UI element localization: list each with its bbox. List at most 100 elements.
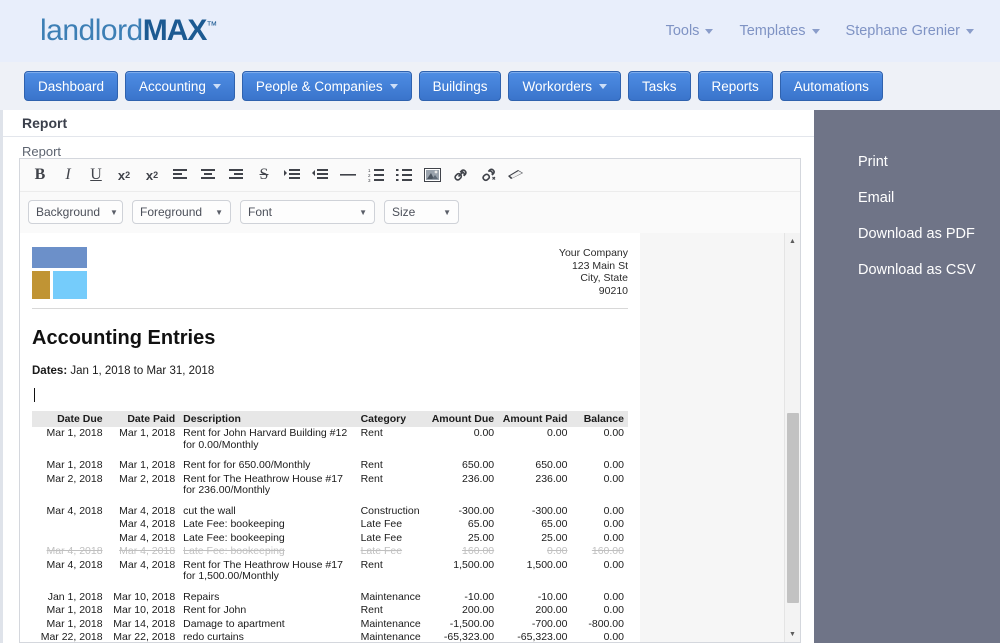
strikethrough-icon[interactable]: S bbox=[250, 162, 278, 188]
header-menu-user[interactable]: Stephane Grenier bbox=[846, 23, 974, 39]
scroll-up-arrow-icon[interactable]: ▲ bbox=[785, 233, 800, 249]
column-header-balance: Balance bbox=[571, 411, 628, 427]
editor-document-area[interactable]: Your Company 123 Main St City, State 902… bbox=[20, 233, 800, 642]
cell-amount-due: -300.00 bbox=[458, 504, 495, 517]
cell-category: Rent bbox=[360, 459, 383, 471]
unordered-list-icon[interactable] bbox=[390, 162, 418, 188]
action-print[interactable]: Print bbox=[814, 144, 1000, 180]
svg-text:3: 3 bbox=[368, 178, 371, 182]
chevron-down-icon: ▼ bbox=[110, 207, 118, 217]
action-email[interactable]: Email bbox=[814, 180, 1000, 216]
cell-description: Late Fee: bookeeping bbox=[183, 531, 285, 544]
chevron-down-icon bbox=[389, 83, 398, 89]
header-menu-templates[interactable]: Templates bbox=[739, 23, 820, 39]
superscript-icon[interactable]: x2 bbox=[138, 162, 166, 188]
cell-balance: 0.00 bbox=[603, 590, 624, 603]
align-center-icon[interactable] bbox=[194, 162, 222, 188]
header-menu-tools-label: Tools bbox=[665, 23, 700, 39]
cell-date-paid: Mar 10, 2018 bbox=[113, 590, 176, 603]
horizontal-rule-icon[interactable] bbox=[334, 162, 362, 188]
nav-button-reports-label: Reports bbox=[711, 78, 759, 94]
nav-button-tasks[interactable]: Tasks bbox=[628, 71, 691, 101]
brand-name-light: landlord bbox=[40, 14, 143, 47]
cell-category: Maintenance bbox=[360, 631, 421, 642]
unlink-icon[interactable] bbox=[474, 162, 502, 188]
table-row: Mar 4, 2018 Late Fee: bookeeping Late Fee 6… bbox=[32, 518, 628, 532]
foreground-color-select[interactable]: Foreground ▼ bbox=[132, 200, 231, 224]
font-family-select[interactable]: Font ▼ bbox=[240, 200, 375, 224]
cell-category: Rent bbox=[360, 558, 383, 571]
table-row: Mar 2, 2018 Mar 2, 2018 Rent for The Heath… bbox=[32, 473, 628, 498]
editor-vertical-scrollbar[interactable]: ▲ ▼ bbox=[784, 233, 800, 642]
font-size-select[interactable]: Size ▼ bbox=[384, 200, 459, 224]
cell-description: Rent for for 650.00/Monthly bbox=[183, 459, 311, 471]
column-header-amount-due: Amount Due bbox=[427, 411, 499, 427]
table-row-spacer bbox=[32, 584, 628, 591]
cell-date-paid: Mar 4, 2018 bbox=[119, 545, 176, 557]
align-left-icon[interactable] bbox=[166, 162, 194, 188]
table-header-row: Date Due Date Paid Description Category … bbox=[32, 411, 628, 427]
cell-amount-due: -65,323.00 bbox=[443, 631, 495, 642]
nav-button-reports[interactable]: Reports bbox=[697, 71, 773, 101]
table-body: Mar 1, 2018 Mar 1, 2018 Rent for John Harv… bbox=[32, 427, 628, 642]
link-icon[interactable] bbox=[446, 162, 474, 188]
cell-description: Rent for John Harvard Building #12 for 0… bbox=[183, 427, 348, 451]
cell-description: cut the wall bbox=[183, 504, 236, 517]
report-document[interactable]: Your Company 123 Main St City, State 902… bbox=[20, 233, 640, 642]
cell-date-due bbox=[32, 532, 107, 546]
nav-button-accounting[interactable]: Accounting bbox=[125, 71, 235, 101]
cell-date-paid: Mar 14, 2018 bbox=[113, 617, 176, 630]
ordered-list-icon[interactable]: 1 2 3 bbox=[362, 162, 390, 188]
outdent-icon[interactable] bbox=[306, 162, 334, 188]
scrollbar-thumb[interactable] bbox=[787, 413, 799, 603]
nav-button-automations[interactable]: Automations bbox=[779, 71, 883, 101]
underline-icon[interactable]: U bbox=[82, 162, 110, 188]
cell-description: Rent for The Heathrow House #17 for 236.… bbox=[183, 472, 343, 496]
cell-amount-due: 160.00 bbox=[462, 545, 495, 557]
nav-button-workorders[interactable]: Workorders bbox=[508, 71, 621, 101]
cell-category: Late Fee bbox=[360, 531, 403, 544]
cell-amount-paid: -65,323.00 bbox=[517, 631, 568, 642]
cell-category: Construction bbox=[360, 504, 420, 517]
cell-amount-paid: 0.00 bbox=[547, 427, 568, 439]
indent-icon[interactable] bbox=[278, 162, 306, 188]
app-logo[interactable]: landlordMAX™ bbox=[40, 14, 217, 48]
nav-button-people-companies[interactable]: People & Companies bbox=[241, 71, 412, 101]
header-menu-tools[interactable]: Tools bbox=[666, 23, 714, 39]
nav-button-buildings[interactable]: Buildings bbox=[418, 71, 502, 101]
cell-amount-paid: -700.00 bbox=[531, 617, 568, 630]
scroll-down-arrow-icon[interactable]: ▼ bbox=[785, 626, 800, 642]
chevron-down-icon bbox=[811, 28, 820, 34]
logo-block-cyan bbox=[53, 271, 87, 299]
cell-amount-due: -10.00 bbox=[464, 590, 495, 603]
cell-description: Rent for John bbox=[183, 604, 247, 616]
action-download-csv[interactable]: Download as CSV bbox=[814, 252, 1000, 288]
cell-date-due: Mar 1, 2018 bbox=[46, 459, 103, 471]
column-header-description: Description bbox=[179, 411, 357, 427]
nav-button-automations-label: Automations bbox=[793, 78, 869, 94]
subscript-icon[interactable]: x2 bbox=[110, 162, 138, 188]
logo-block-blue bbox=[32, 247, 87, 268]
table-row: Mar 4, 2018 Mar 4, 2018 Late Fee: bookeepi… bbox=[32, 545, 628, 559]
cell-balance: 0.00 bbox=[603, 631, 624, 642]
cell-balance: 0.00 bbox=[603, 604, 624, 616]
cell-balance: 0.00 bbox=[603, 518, 624, 530]
cell-date-due: Jan 1, 2018 bbox=[47, 590, 103, 603]
align-right-icon[interactable] bbox=[222, 162, 250, 188]
eraser-icon[interactable] bbox=[502, 162, 530, 188]
background-color-select-label: Background bbox=[36, 205, 101, 219]
background-color-select[interactable]: Background ▼ bbox=[28, 200, 123, 224]
cell-date-due: Mar 1, 2018 bbox=[46, 617, 103, 630]
column-header-date-paid: Date Paid bbox=[106, 411, 180, 427]
report-actions-panel: Print Email Download as PDF Download as … bbox=[814, 110, 1000, 643]
action-download-pdf[interactable]: Download as PDF bbox=[814, 216, 1000, 252]
report-letterhead: Your Company 123 Main St City, State 902… bbox=[32, 247, 628, 309]
nav-button-dashboard[interactable]: Dashboard bbox=[24, 71, 119, 101]
cell-category: Maintenance bbox=[360, 590, 421, 603]
italic-icon[interactable]: I bbox=[54, 162, 82, 188]
accounting-entries-table: Date Due Date Paid Description Category … bbox=[32, 411, 628, 642]
company-zip: 90210 bbox=[598, 284, 628, 297]
cell-category: Late Fee bbox=[360, 545, 403, 557]
image-icon[interactable] bbox=[418, 162, 446, 188]
bold-icon[interactable]: B bbox=[26, 162, 54, 188]
